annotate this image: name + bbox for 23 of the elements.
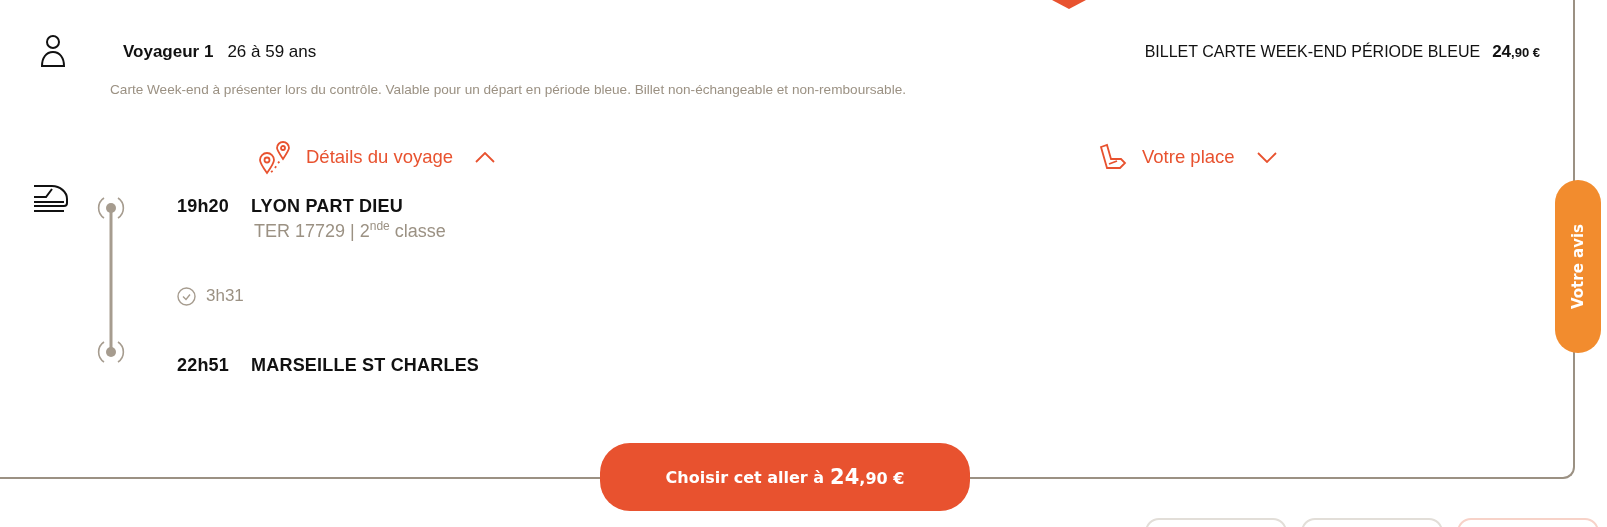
fare-name: BILLET CARTE WEEK-END PÉRIODE BLEUE (1144, 43, 1481, 61)
chevron-icon (475, 151, 496, 163)
seat-icon (1098, 143, 1128, 171)
toggle-link[interactable]: Détails du voyage (258, 139, 496, 175)
fare-conditions: Carte Week-end à présenter lors du contrôle. Valable pour un départ en période bleue. Billet non-échangeable et non-remboursable. (110, 82, 907, 97)
arrival-time: 22h51 (177, 355, 230, 376)
arrival-station: MARSEILLE ST CHARLES (251, 355, 480, 376)
chevron-icon (1256, 151, 1277, 163)
train-icon (32, 183, 70, 213)
pointer-triangle (1052, 0, 1086, 9)
toggle-link[interactable]: Votre place (1098, 143, 1277, 171)
traveler-name: Voyageur 1 (123, 42, 214, 62)
departure-station: LYON PART DIEU (251, 196, 403, 217)
feedback-tab[interactable]: Votre avis (1555, 180, 1601, 353)
departure-time: 19h20 (177, 196, 230, 217)
choose-button[interactable]: Choisir cet aller à 24,90 € (600, 443, 970, 511)
clock-icon (177, 286, 196, 306)
person-icon (40, 34, 66, 68)
trip-duration: 3h31 (206, 286, 244, 306)
traveler-age: 26 à 59 ans (227, 42, 317, 62)
train-info: TER 17729 | 2$^{nde}$ classe (254, 219, 447, 242)
fare-price: 24,90 € (1492, 42, 1540, 62)
map-pins-icon (258, 139, 292, 175)
